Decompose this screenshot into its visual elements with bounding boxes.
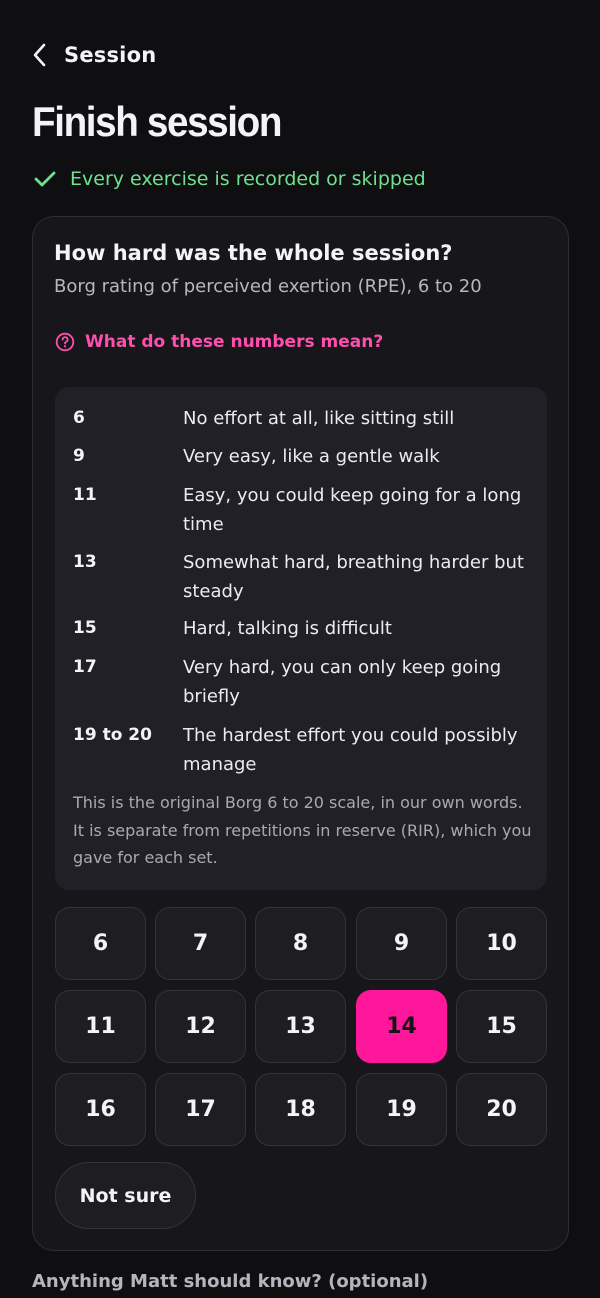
rating-button-12[interactable]: 12 — [155, 990, 246, 1063]
rating-button-6[interactable]: 6 — [55, 907, 146, 980]
rating-button-13[interactable]: 13 — [255, 990, 346, 1063]
rating-button-10[interactable]: 10 — [456, 907, 547, 980]
card-title: How hard was the whole session? — [54, 241, 453, 265]
scale-value: 13 — [73, 552, 97, 572]
page-title: Finish session — [32, 98, 282, 145]
scale-description: No effort at all, like sitting still — [183, 408, 455, 429]
rating-button-14-selected[interactable]: 14 — [356, 990, 447, 1063]
scale-note: This is the original Borg 6 to 20 scale,… — [73, 793, 532, 867]
scale-description: Very easy, like a gentle walk — [183, 446, 440, 467]
help-link-label[interactable]: What do these numbers mean? — [85, 332, 383, 352]
scale-value: 15 — [73, 618, 97, 638]
scale-description: Hard, talking is difficult — [183, 618, 392, 639]
rating-button-20[interactable]: 20 — [456, 1073, 547, 1146]
scale-value: 6 — [73, 408, 85, 428]
rating-button-19[interactable]: 19 — [356, 1073, 447, 1146]
not-sure-button[interactable]: Not sure — [55, 1162, 196, 1229]
scale-value: 19 to 20 — [73, 725, 152, 745]
chevron-left-icon[interactable] — [32, 41, 50, 69]
rating-button-18[interactable]: 18 — [255, 1073, 346, 1146]
rating-button-15[interactable]: 15 — [456, 990, 547, 1063]
rating-button-16[interactable]: 16 — [55, 1073, 146, 1146]
check-icon — [34, 168, 56, 190]
scale-value: 17 — [73, 657, 97, 677]
rating-button-11[interactable]: 11 — [55, 990, 146, 1063]
scale-description: The hardest effort you could possibly ma… — [183, 725, 518, 775]
rating-button-7[interactable]: 7 — [155, 907, 246, 980]
scale-value: 11 — [73, 485, 97, 505]
back-navigation[interactable]: Session — [32, 36, 156, 74]
status-text: Every exercise is recorded or skipped — [70, 168, 426, 190]
rating-button-8[interactable]: 8 — [255, 907, 346, 980]
notes-label: Anything Matt should know? (optional) — [32, 1271, 429, 1292]
rating-button-9[interactable]: 9 — [356, 907, 447, 980]
scale-value: 9 — [73, 446, 85, 466]
finish-session-page: Session Finish session Every exercise is… — [0, 0, 600, 1298]
card-subtitle: Borg rating of perceived exertion (RPE),… — [54, 276, 482, 297]
rpe-scale-explainer: 6 No effort at all, like sitting still 9… — [55, 387, 547, 890]
scale-description: Very hard, you can only keep going brief… — [183, 657, 502, 707]
status-message: Every exercise is recorded or skipped — [34, 168, 426, 190]
rating-button-17[interactable]: 17 — [155, 1073, 246, 1146]
help-link[interactable]: What do these numbers mean? — [55, 332, 383, 352]
scale-description: Somewhat hard, breathing harder but stea… — [183, 552, 524, 602]
help-circle-icon — [55, 332, 75, 352]
scale-description: Easy, you could keep going for a long ti… — [183, 485, 522, 535]
rpe-card: How hard was the whole session? Borg rat… — [32, 216, 569, 1251]
back-label[interactable]: Session — [64, 43, 156, 67]
